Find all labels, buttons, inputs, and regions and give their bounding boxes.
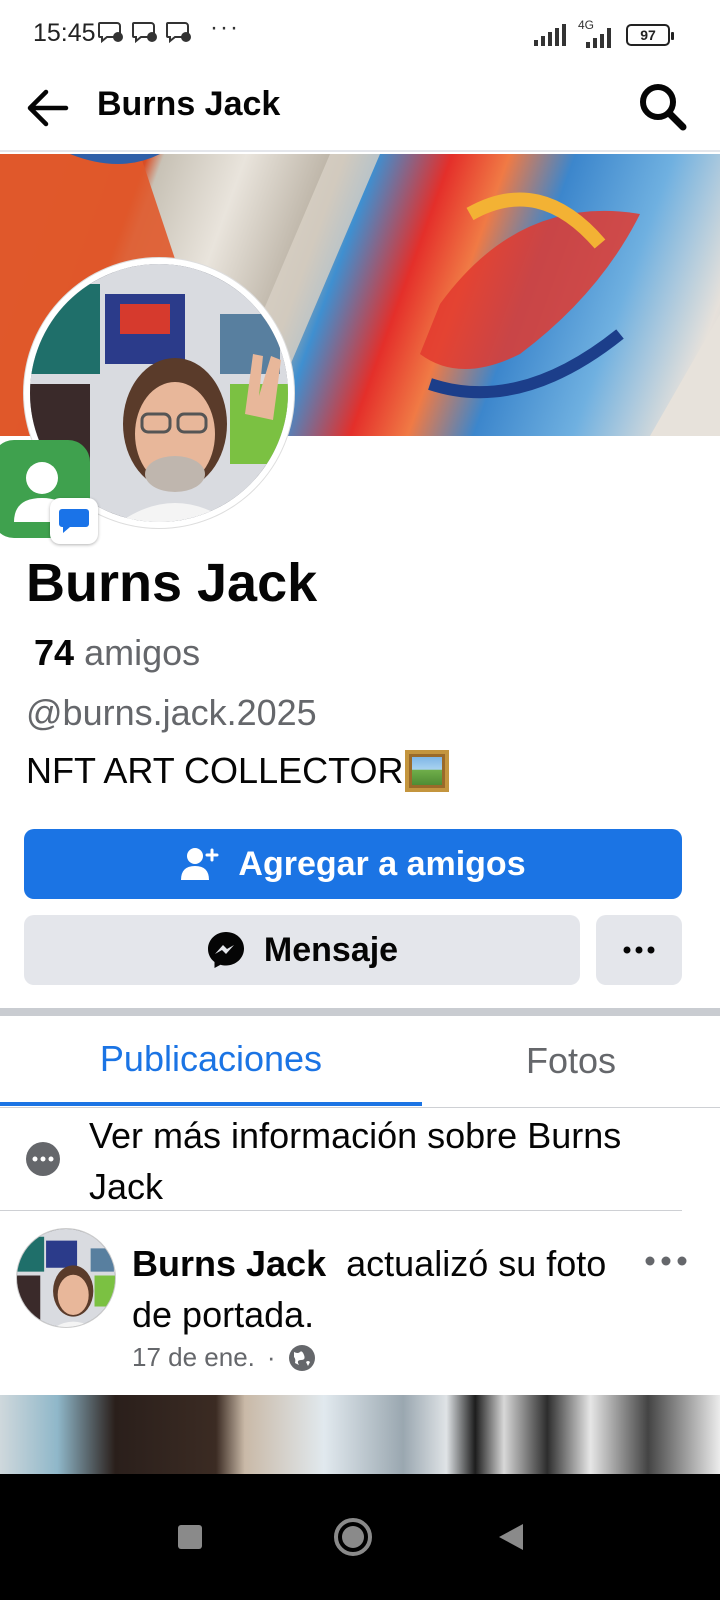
notification-icon-3 [166,22,191,44]
notification-icon-2 [132,22,157,44]
back-button[interactable] [478,1504,544,1570]
triangle-back-icon [499,1524,523,1550]
recents-button[interactable] [157,1504,223,1570]
signal-4g-icon: 4G [576,18,616,48]
search-icon[interactable] [634,78,692,136]
top-header: Burns Jack [0,64,720,152]
post-author-avatar[interactable] [16,1228,116,1328]
status-right: 4G 97 [534,18,674,48]
message-button[interactable]: Mensaje [24,915,580,985]
system-nav-bar [0,1474,720,1600]
profile-handle: @burns.jack.2025 [26,692,317,733]
more-info-icon [26,1142,60,1176]
more-notifications-icon: ··· [210,14,240,41]
post-date[interactable]: 17 de ene. [132,1342,255,1373]
battery-icon: 97 [626,24,674,46]
circle-icon [334,1518,372,1556]
post-meta: 17 de ene. · [132,1342,316,1373]
back-arrow-icon[interactable] [20,80,76,136]
signal-icon [534,24,566,46]
friends-label: amigos [84,632,201,673]
section-divider [0,1008,720,1016]
notification-icon-1 [98,22,123,44]
friends-count[interactable]: 74 amigos [34,632,200,674]
post-options-button[interactable] [638,1244,694,1278]
more-info-text: Ver más información sobre Burns Jack [89,1115,622,1207]
square-icon [178,1525,202,1549]
post-image[interactable] [0,1395,720,1475]
tab-publicaciones[interactable]: Publicaciones [0,1016,422,1106]
profile-bio: NFT ART COLLECTOR [26,750,450,792]
bio-text: NFT ART COLLECTOR [26,750,404,791]
more-dots-icon [623,946,655,954]
status-time: 15:45 [33,19,96,47]
post-header-text: Burns Jack actualizó su foto de portada. [132,1238,632,1340]
chat-bubble-icon [50,498,98,544]
friends-number: 74 [34,632,75,673]
add-friend-icon [181,848,219,880]
post-more-icon [645,1256,687,1266]
add-friend-button[interactable]: Agregar a amigos [24,829,682,899]
profile-name: Burns Jack [26,553,318,613]
more-options-button[interactable] [596,915,682,985]
notification-icons [98,20,192,44]
add-friend-label: Agregar a amigos [238,844,526,883]
messenger-icon [207,932,244,968]
home-button[interactable] [320,1504,386,1570]
message-label: Mensaje [263,930,399,969]
meta-separator: · [266,1342,276,1372]
globe-icon [288,1344,315,1371]
tab-fotos[interactable]: Fotos [422,1016,720,1106]
post-author-name[interactable]: Burns Jack [132,1243,326,1284]
info-divider [0,1210,682,1211]
more-info-row[interactable]: Ver más información sobre Burns Jack [0,1108,720,1210]
battery-level: 97 [640,27,656,43]
header-title: Burns Jack [97,85,281,123]
status-bar: 15:45 ··· 4G 97 [0,0,720,64]
framed-picture-icon [405,750,450,792]
